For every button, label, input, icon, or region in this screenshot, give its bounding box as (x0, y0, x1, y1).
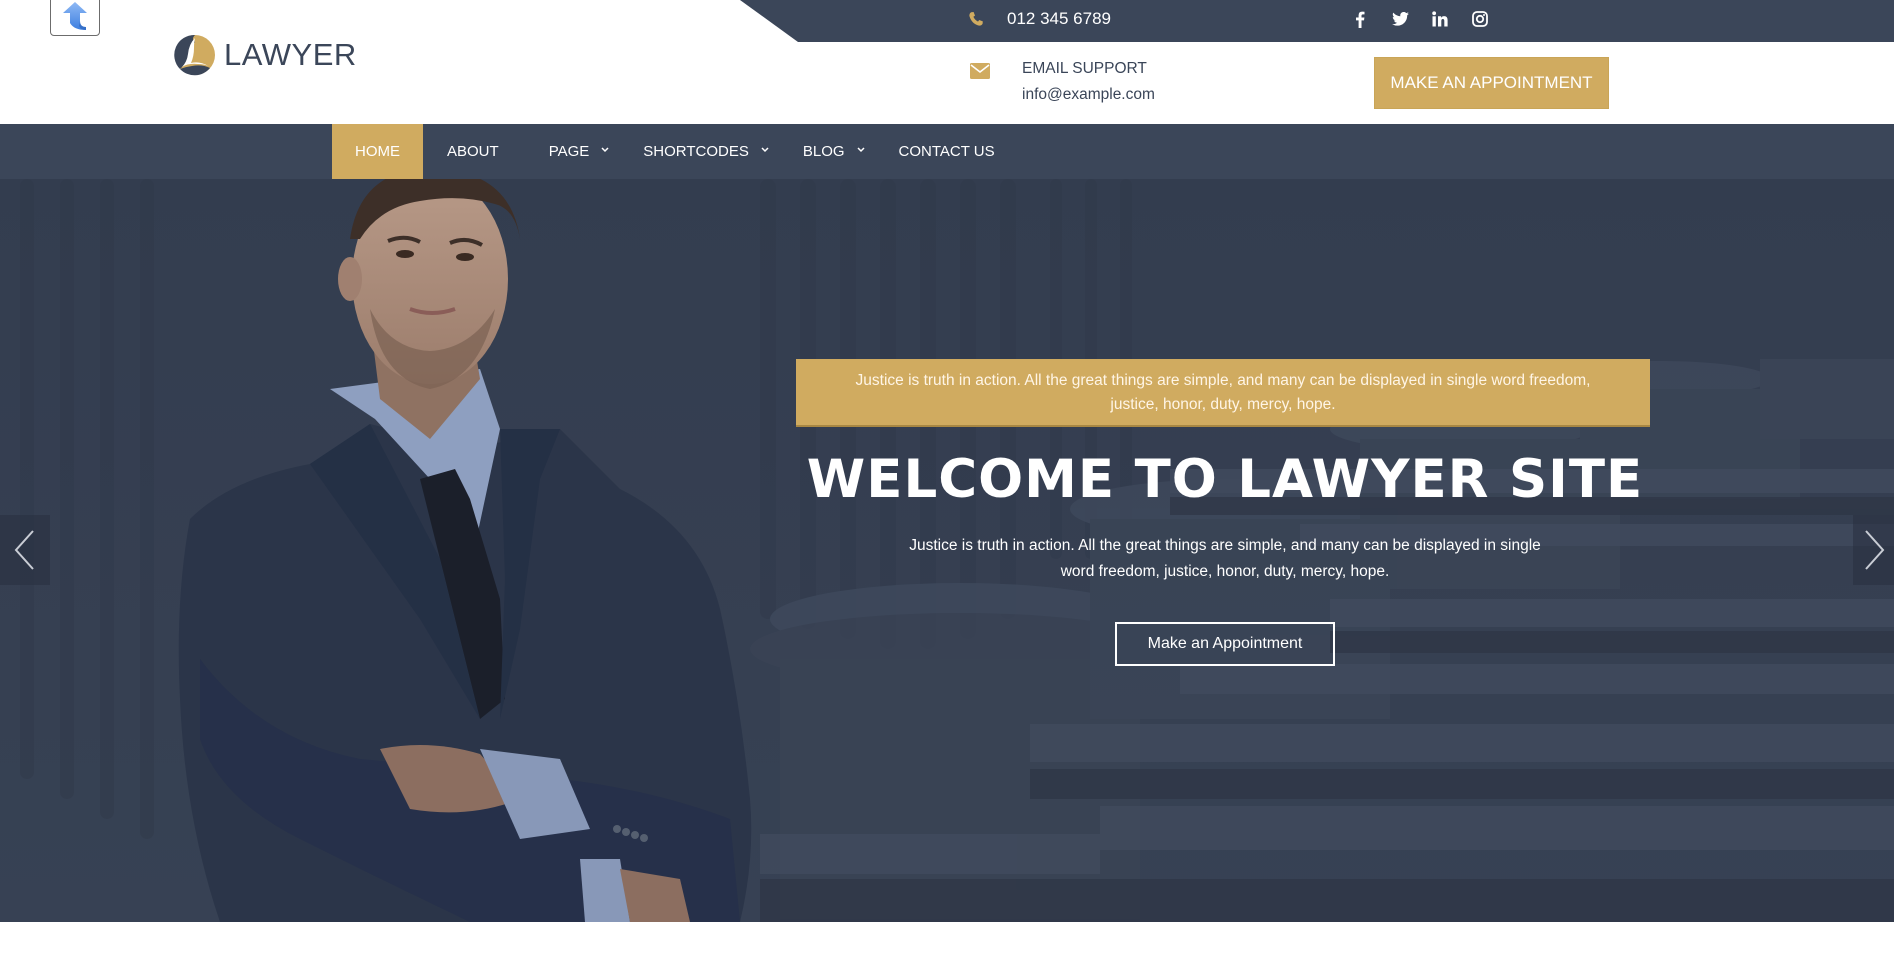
main-nav: HOME ABOUT PAGE SHORTCODES BLOG CONTACT … (0, 124, 1894, 179)
nav-label: HOME (355, 143, 400, 160)
site-logo[interactable]: LAWYER (174, 34, 357, 76)
top-contact-bar (740, 0, 1894, 42)
chevron-right-icon (1864, 530, 1884, 570)
nav-item-about[interactable]: ABOUT (447, 124, 499, 179)
twitter-link[interactable] (1380, 0, 1420, 38)
nav-item-shortcodes[interactable]: SHORTCODES (643, 124, 769, 179)
hero-tagline-banner: Justice is truth in action. All the grea… (796, 359, 1650, 427)
phone-contact[interactable]: 012 345 6789 (965, 0, 1111, 38)
scroll-up-widget[interactable] (50, 0, 100, 36)
nav-item-blog[interactable]: BLOG (803, 124, 865, 179)
chevron-left-icon (14, 530, 34, 570)
slider-next-button[interactable] (1853, 515, 1894, 585)
phone-number: 012 345 6789 (1007, 9, 1111, 28)
facebook-link[interactable] (1340, 0, 1380, 38)
lawyer-logo-icon (174, 34, 215, 76)
nav-label: CONTACT US (898, 143, 995, 160)
hero-appointment-button[interactable]: Make an Appointment (1115, 622, 1335, 666)
instagram-icon (1472, 11, 1488, 27)
hero-slider: Justice is truth in action. All the grea… (0, 179, 1894, 922)
hero-subtitle: Justice is truth in action. All the grea… (909, 537, 1541, 580)
chevron-down-icon (601, 145, 609, 156)
nav-label: SHORTCODES (643, 143, 749, 160)
blue-up-arrow-icon (63, 2, 87, 30)
linkedin-link[interactable] (1420, 0, 1460, 38)
twitter-icon (1391, 12, 1409, 26)
envelope-icon (970, 63, 990, 84)
nav-label: ABOUT (447, 143, 499, 160)
logo-text: LAWYER (224, 37, 357, 72)
email-support-label: EMAIL SUPPORT (1022, 60, 1147, 77)
chevron-down-icon (857, 145, 865, 156)
phone-icon (965, 8, 987, 30)
nav-item-home[interactable]: HOME (332, 124, 423, 179)
linkedin-icon (1432, 11, 1448, 27)
nav-item-contact-us[interactable]: CONTACT US (899, 124, 995, 179)
slider-prev-button[interactable] (0, 515, 50, 585)
nav-item-page[interactable]: PAGE (549, 124, 610, 179)
instagram-link[interactable] (1460, 0, 1500, 38)
hero-title: WELCOME TO LAWYER SITE (806, 449, 1644, 510)
nav-label: PAGE (548, 143, 590, 160)
make-appointment-button[interactable]: MAKE AN APPOINTMENT (1374, 57, 1609, 109)
chevron-down-icon (761, 145, 769, 156)
site-header: 012 345 6789 LAWYER EMAIL SUPPORT info@e… (0, 0, 1894, 124)
email-address[interactable]: info@example.com (1022, 86, 1155, 104)
facebook-icon (1356, 11, 1365, 28)
social-links (1340, 0, 1500, 38)
nav-label: BLOG (802, 143, 845, 160)
